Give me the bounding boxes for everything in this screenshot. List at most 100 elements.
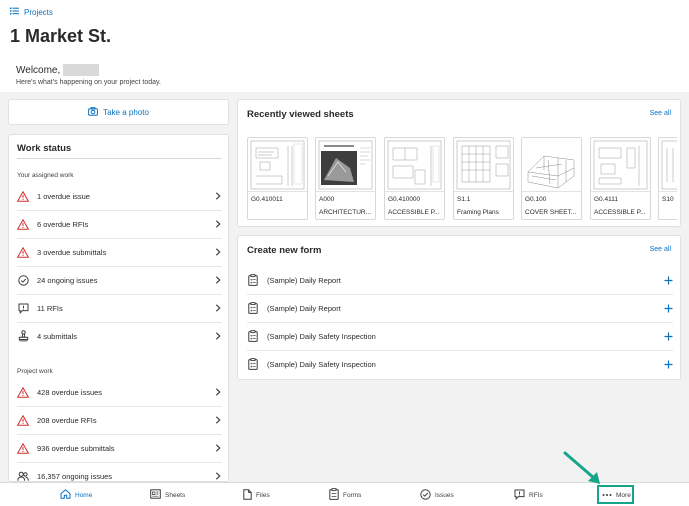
clipboard-icon: [329, 488, 339, 502]
form-template-row[interactable]: (Sample) Daily Safety Inspection: [238, 350, 680, 378]
sheet-card[interactable]: G0.4111 ACCESSIBLE P...: [590, 137, 651, 220]
tab-issues[interactable]: Issues: [420, 483, 454, 506]
form-template-label: (Sample) Daily Report: [267, 303, 341, 313]
work-status-card: Work status Your assigned work 1 overdue…: [8, 134, 229, 482]
tab-sheets[interactable]: Sheets: [150, 483, 185, 506]
plus-icon[interactable]: [663, 275, 673, 285]
form-template-label: (Sample) Daily Safety Inspection: [267, 331, 376, 341]
plus-icon[interactable]: [663, 359, 673, 369]
warning-icon: [17, 246, 29, 258]
sheet-preview: [316, 138, 375, 192]
sheet-card[interactable]: S10: [658, 137, 677, 220]
project-header: Projects 1 Market St. Welcome, Here's wh…: [0, 0, 689, 92]
work-row-label: 208 overdue RFIs: [37, 415, 97, 425]
divider: [17, 158, 222, 159]
tab-files[interactable]: Files: [243, 483, 270, 506]
clipboard-icon: [247, 330, 259, 342]
speech-bubble-icon: [17, 302, 29, 314]
create-form-title: Create new form: [247, 245, 322, 256]
work-row-project-overdue-submittals[interactable]: 936 overdue submittals: [9, 434, 228, 462]
sheet-card[interactable]: S1.1 Framing Plans: [453, 137, 514, 220]
sheet-card[interactable]: G0.410000 ACCESSIBLE P...: [384, 137, 445, 220]
plus-icon[interactable]: [663, 331, 673, 341]
recent-sheets-card: Recently viewed sheets See all G0.410011…: [237, 99, 681, 227]
work-row-overdue-issue[interactable]: 1 overdue issue: [9, 182, 228, 210]
sheet-name: COVER SHEET...: [525, 209, 577, 216]
warning-icon: [17, 442, 29, 454]
annotation-arrow-icon: [563, 451, 600, 484]
chevron-right-icon: [214, 276, 222, 284]
chevron-right-icon: [214, 220, 222, 228]
work-row-overdue-rfis[interactable]: 6 overdue RFIs: [9, 210, 228, 238]
work-row-label: 24 ongoing issues: [37, 275, 98, 285]
sheet-code: S10: [662, 196, 674, 203]
clipboard-icon: [247, 302, 259, 314]
form-template-row[interactable]: (Sample) Daily Safety Inspection: [238, 322, 680, 350]
sheet-name: ACCESSIBLE P...: [594, 209, 646, 216]
create-form-see-all-link[interactable]: See all: [650, 246, 671, 253]
chevron-right-icon: [214, 304, 222, 312]
work-row-label: 936 overdue submittals: [37, 443, 115, 453]
projects-link[interactable]: Projects: [10, 7, 53, 17]
chevron-right-icon: [214, 332, 222, 340]
work-row-project-ongoing-issues[interactable]: 16,357 ongoing issues: [9, 462, 228, 481]
work-row-overdue-submittals[interactable]: 3 overdue submittals: [9, 238, 228, 266]
speech-bubble-icon: [514, 489, 525, 502]
sheet-code: G0.410000: [388, 196, 421, 203]
sheet-name: Framing Plans: [457, 209, 499, 216]
form-template-row[interactable]: (Sample) Daily Report: [238, 266, 680, 294]
welcome-message: Welcome,: [16, 64, 100, 76]
sheet-preview: [522, 138, 581, 192]
form-template-label: (Sample) Daily Report: [267, 275, 341, 285]
tab-label: Home: [75, 491, 93, 499]
sheet-card[interactable]: G0.100 COVER SHEET...: [521, 137, 582, 220]
sheet-code: G0.410011: [251, 196, 283, 203]
welcome-subtitle: Here's what's happening on your project …: [16, 79, 161, 86]
chevron-right-icon: [214, 472, 222, 480]
projects-link-label: Projects: [24, 7, 53, 17]
clipboard-icon: [247, 274, 259, 286]
sheet-code: G0.100: [525, 196, 547, 203]
assigned-work-label: Your assigned work: [17, 172, 74, 179]
recent-sheets-see-all-link[interactable]: See all: [650, 110, 671, 117]
take-photo-button[interactable]: Take a photo: [8, 99, 229, 125]
work-status-title: Work status: [17, 143, 72, 154]
tab-rfis[interactable]: RFIs: [514, 483, 543, 506]
work-row-label: 428 overdue issues: [37, 387, 103, 397]
work-row-submittals[interactable]: 4 submittals: [9, 322, 228, 350]
chevron-right-icon: [214, 388, 222, 396]
tab-forms[interactable]: Forms: [329, 483, 361, 506]
work-row-ongoing-issues[interactable]: 24 ongoing issues: [9, 266, 228, 294]
sheet-card[interactable]: G0.410011: [247, 137, 308, 220]
warning-icon: [17, 190, 29, 202]
take-photo-label: Take a photo: [103, 107, 149, 117]
work-row-project-overdue-issues[interactable]: 428 overdue issues: [9, 378, 228, 406]
work-row-label: 4 submittals: [37, 331, 78, 341]
work-row-rfis[interactable]: 11 RFIs: [9, 294, 228, 322]
sheet-thumbnail-strip[interactable]: G0.410011 A000 ARCHITECTUR... G0.410000 …: [247, 137, 677, 221]
clipboard-icon: [247, 358, 259, 370]
tab-home[interactable]: Home: [60, 483, 92, 506]
project-work-label: Project work: [17, 368, 53, 375]
file-icon: [243, 488, 252, 502]
stamp-icon: [17, 330, 29, 342]
chevron-right-icon: [214, 444, 222, 452]
sheet-preview: [591, 138, 650, 192]
form-template-row[interactable]: (Sample) Daily Report: [238, 294, 680, 322]
page-title: 1 Market St.: [10, 26, 112, 46]
warning-icon: [17, 414, 29, 426]
sheet-preview: [385, 138, 444, 192]
sheet-code: A000: [319, 196, 335, 203]
check-circle-icon: [420, 488, 431, 502]
recent-sheets-title: Recently viewed sheets: [247, 109, 354, 120]
camera-icon: [88, 106, 98, 118]
work-row-project-overdue-rfis[interactable]: 208 overdue RFIs: [9, 406, 228, 434]
sheet-card[interactable]: A000 ARCHITECTUR...: [315, 137, 376, 220]
plus-icon[interactable]: [663, 303, 673, 313]
chevron-right-icon: [214, 248, 222, 256]
sheet-preview: [659, 138, 677, 192]
sheet-preview: [454, 138, 513, 192]
sheets-icon: [150, 489, 161, 501]
chevron-right-icon: [214, 192, 222, 200]
warning-icon: [17, 386, 29, 398]
